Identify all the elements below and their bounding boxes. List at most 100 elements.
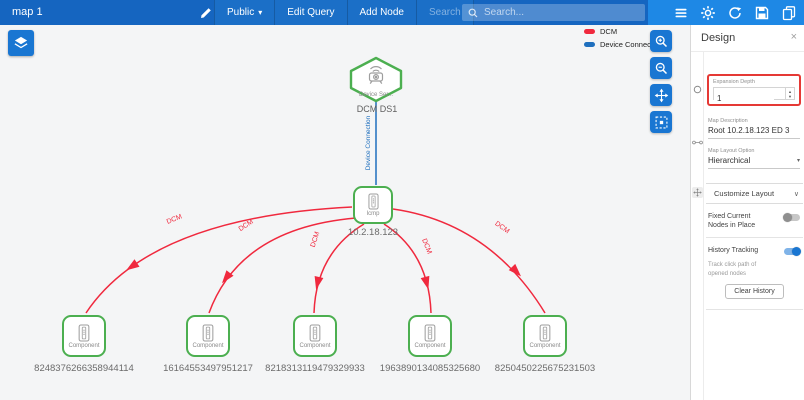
node-component[interactable]: Component — [186, 315, 230, 357]
history-tracking-toggle[interactable] — [784, 248, 800, 255]
node-type-label: Icmp — [366, 211, 379, 217]
panel-title: Design — [701, 32, 735, 44]
topbar-actions — [648, 0, 804, 25]
expansion-depth-highlight: Expansion Depth ▴ ▾ — [707, 74, 801, 106]
fit-view-button[interactable] — [650, 111, 672, 133]
map-layout-field: Map Layout Option Hierarchical ▾ — [708, 148, 800, 169]
fixed-nodes-toggle[interactable] — [784, 214, 800, 221]
dcm-edge[interactable] — [209, 218, 356, 313]
map-description-field: Map Description Root 10.2.18.123 ED 3 — [708, 118, 800, 139]
zoom-out-button[interactable] — [650, 57, 672, 79]
map-layout-select[interactable]: Hierarchical ▾ — [708, 154, 800, 169]
copy-icon[interactable] — [781, 5, 797, 21]
node-icmp[interactable]: Icmp — [353, 186, 393, 224]
zoom-out-icon — [654, 61, 669, 76]
dcm-edge-label: DCM — [310, 231, 322, 248]
number-spinner: ▴ ▾ — [785, 88, 794, 99]
server-icon — [201, 324, 215, 342]
customize-layout-section[interactable]: Customize Layout ∨ — [706, 183, 803, 204]
node-name-label: DCM DS1 — [357, 104, 398, 114]
pan-button[interactable] — [650, 84, 672, 106]
expansion-depth-label: Expansion Depth — [713, 79, 795, 85]
server-icon — [367, 193, 380, 210]
zoom-in-icon — [654, 34, 669, 49]
expansion-depth-input[interactable] — [714, 93, 774, 104]
topbar-menu: Public ▾ Edit Query Add Node Search — [214, 0, 474, 25]
history-tracking-label: History Tracking — [708, 246, 770, 255]
fixed-nodes-row: Fixed Current Nodes in Place — [708, 212, 800, 231]
map-title: map 1 — [12, 0, 43, 25]
design-panel: Design × Expa — [690, 25, 804, 400]
save-icon[interactable] — [754, 5, 770, 21]
map-canvas[interactable]: DCM Device Connection Device Connection — [0, 25, 690, 400]
node-device-server[interactable]: Device Ser... — [351, 58, 401, 101]
node-type-label: Device Ser... — [359, 92, 393, 98]
dcm-arrowhead — [421, 276, 433, 291]
node-component[interactable]: Component — [523, 315, 567, 357]
chevron-down-icon: ▾ — [258, 0, 262, 25]
node-name-label: 10.2.18.123 — [348, 227, 398, 238]
menu-item-edit-query[interactable]: Edit Query — [275, 0, 347, 25]
search-icon — [468, 8, 478, 18]
device-connection-edge-label: Device Connection — [365, 115, 372, 170]
divider — [706, 237, 803, 238]
server-icon — [308, 324, 322, 342]
expansion-depth-field: ▴ ▾ — [713, 87, 795, 100]
server-icon — [423, 324, 437, 342]
search-box — [462, 4, 645, 21]
node-name-label: 8250450225675231503 — [495, 363, 595, 374]
dcm-edge[interactable] — [86, 207, 352, 313]
server-icon — [538, 324, 552, 342]
gear-icon[interactable] — [700, 5, 716, 21]
node-name-label: 8218313119479329933 — [265, 363, 365, 374]
edit-map-name-icon[interactable] — [199, 5, 214, 20]
node-component[interactable]: Component — [293, 315, 337, 357]
node-name-label: 8248376266358944114 — [34, 363, 134, 374]
layout-tab[interactable] — [692, 187, 703, 198]
node-name-label: 16164553497951217 — [163, 363, 253, 374]
node-component[interactable]: Component — [408, 315, 452, 357]
dcm-edge[interactable] — [393, 209, 545, 313]
layers-icon — [12, 34, 30, 52]
spinner-down-icon[interactable]: ▾ — [789, 94, 791, 99]
layers-button[interactable] — [8, 30, 34, 56]
clear-history-button[interactable]: Clear History — [725, 284, 783, 299]
menu-item-public[interactable]: Public ▾ — [214, 0, 275, 25]
dcm-edge-label: DCM — [493, 220, 510, 235]
chevron-down-icon: ∨ — [794, 190, 799, 198]
top-navigation-bar: map 1 Public ▾ Edit Query Add Node Searc… — [0, 0, 804, 25]
device-connection-swatch — [584, 42, 595, 47]
dcm-edge-label: DCM — [166, 213, 184, 226]
history-tracking-hint: Track click path of opened nodes — [708, 261, 772, 278]
close-icon[interactable]: × — [791, 31, 797, 43]
node-style-tab[interactable] — [692, 84, 703, 95]
fixed-nodes-label: Fixed Current Nodes in Place — [708, 212, 770, 231]
list-icon[interactable] — [673, 5, 689, 21]
panel-tool-strip — [691, 52, 704, 400]
divider — [706, 309, 803, 310]
fit-view-icon — [654, 115, 669, 130]
select-arrow-icon: ▾ — [797, 157, 800, 164]
canvas-toolbar — [650, 30, 672, 138]
dcm-swatch — [584, 29, 595, 34]
pan-move-icon — [654, 88, 669, 103]
dcm-arrowhead — [509, 264, 525, 280]
dcm-arrowhead — [124, 259, 140, 274]
server-icon — [77, 324, 91, 342]
search-input[interactable] — [484, 7, 624, 18]
menu-item-add-node[interactable]: Add Node — [348, 0, 417, 25]
dcm-edge-label: DCM — [238, 218, 255, 233]
map-description-input[interactable]: Root 10.2.18.123 ED 3 — [708, 124, 800, 139]
design-panel-content: Expansion Depth ▴ ▾ Map Description Root… — [706, 52, 803, 310]
history-tracking-row: History Tracking — [708, 246, 800, 255]
link-icon — [692, 139, 703, 146]
circle-icon — [693, 85, 702, 94]
design-panel-header: Design × — [691, 25, 804, 52]
zoom-in-button[interactable] — [650, 30, 672, 52]
move-icon — [693, 188, 702, 197]
edge-style-tab[interactable] — [692, 137, 703, 148]
node-component[interactable]: Component — [62, 315, 106, 357]
dcm-edge-label: DCM — [420, 238, 433, 256]
node-name-label: 1963890134085325680 — [380, 363, 480, 374]
refresh-icon[interactable] — [727, 5, 743, 21]
